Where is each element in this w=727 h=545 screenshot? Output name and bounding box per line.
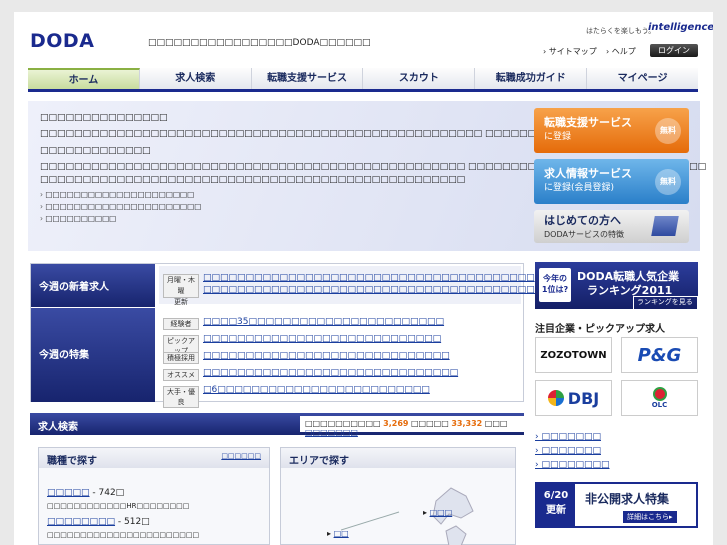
- promo-title: 求人情報サービス: [544, 167, 632, 180]
- page: DODA □□□□□□□□□□□□□□□□□DODA□□□□□□ はたらくを楽し…: [14, 12, 713, 545]
- ranking-button[interactable]: ランキングを見る▸: [633, 296, 698, 316]
- area-tohoku-label: □□: [333, 529, 349, 538]
- login-button[interactable]: ログイン: [650, 44, 698, 57]
- secret-title: 非公開求人特集: [585, 492, 670, 506]
- ranking-badge-line: 1位は?: [541, 285, 569, 294]
- doda-logo[interactable]: DODA: [30, 30, 94, 52]
- career-support-register-button[interactable]: 転職支援サービス に登録 無料: [534, 108, 689, 153]
- secret-detail-button[interactable]: 詳細はこちら▸: [623, 511, 677, 523]
- job-item-count: - 512□: [115, 517, 150, 527]
- global-nav: ホーム 求人検索 転職支援サービス スカウト 転職成功ガイド マイページ: [28, 68, 698, 92]
- search-by-job-title: 職種で探す: [47, 456, 97, 467]
- promo-title: はじめての方へ: [544, 214, 621, 227]
- job-item-desc: □□□□□□□□□□□□HR□□□□□□□□: [47, 502, 190, 510]
- new-jobs-label: 今週の新着求人: [31, 264, 155, 307]
- intelligence-logo[interactable]: intelligence: [648, 22, 713, 33]
- hero-bullet[interactable]: □□□□□□□□□□□□□□□□□□□□□: [40, 190, 194, 199]
- book-icon: [651, 216, 679, 236]
- count-number: 33,332: [451, 419, 483, 428]
- feature-link[interactable]: □□□□□□□□□□□□□□□□□□□□□□□□□□□□□: [203, 351, 450, 361]
- features-label: 今週の特集: [31, 308, 155, 402]
- nav-success-guide[interactable]: 転職成功ガイド: [475, 68, 588, 89]
- zozotown-logo[interactable]: ZOZOTOWN: [535, 337, 612, 373]
- feature-link[interactable]: □□□□□□□□□□□□□□□□□□□□□□□□□□□□: [203, 334, 441, 344]
- secret-date-line: 6/20: [543, 490, 569, 501]
- update-tag-line: 更新: [174, 298, 188, 306]
- intelligence-tagline: はたらくを楽しもう。: [586, 27, 656, 35]
- feature-link[interactable]: □□□□35□□□□□□□□□□□□□□□□□□□□□□□: [203, 317, 444, 327]
- sitemap-link[interactable]: › サイトマップ: [543, 46, 597, 57]
- search-by-job-link[interactable]: □□□□□□: [221, 452, 261, 460]
- olc-text: OLC: [651, 401, 668, 409]
- search-by-job-head: 職種で探す □□□□□□: [39, 448, 269, 468]
- side-link[interactable]: › □□□□□□□□: [535, 460, 610, 470]
- dbj-logo[interactable]: DBJ: [535, 380, 612, 416]
- job-item: □□□□□□□□ - 512□: [47, 517, 150, 527]
- help-link[interactable]: › ヘルプ: [606, 46, 636, 57]
- count-number: 3,269: [383, 419, 409, 428]
- site-tagline: □□□□□□□□□□□□□□□□□DODA□□□□□□: [148, 38, 371, 48]
- free-badge: 無料: [655, 169, 681, 195]
- feature-link[interactable]: □6□□□□□□□□□□□□□□□□□□□□□□□□□: [203, 385, 430, 395]
- new-job-link[interactable]: □□□□□□□□□□□□□□□□□□□□□□□□□□□□□□□□□□□□□□□□…: [203, 285, 561, 295]
- nav-home[interactable]: ホーム: [28, 68, 140, 89]
- promo-title: 転職支援サービス: [544, 116, 632, 129]
- job-search-title: 求人検索: [38, 422, 78, 433]
- count-text: □□□□□□□□□□: [305, 419, 381, 428]
- area-hokkaido-label: □□□: [429, 508, 453, 517]
- nav-career-support[interactable]: 転職支援サービス: [252, 68, 364, 89]
- job-item-link[interactable]: □□□□□: [47, 488, 90, 498]
- olc-logo[interactable]: OLC: [621, 380, 698, 416]
- job-item-desc: □□□□□□□□□□□□□□□□□□□□□□□: [47, 531, 200, 539]
- feature-tag: 大手・優良: [163, 386, 199, 408]
- ranking-badge-line: 今年の: [543, 274, 567, 283]
- job-item-link[interactable]: □□□□□□□□: [47, 517, 115, 527]
- map-line: [341, 511, 400, 531]
- search-by-area-panel: エリアで探す ▸ □□□ ▸ □□: [280, 447, 516, 545]
- search-by-area-head: エリアで探す: [281, 448, 515, 468]
- secret-date-line: 更新: [546, 505, 566, 516]
- job-info-register-button[interactable]: 求人情報サービス に登録(会員登録) 無料: [534, 159, 689, 204]
- count-text: □□□: [484, 419, 508, 428]
- new-job-link[interactable]: □□□□□□□□□□□□□□□□□□□□□□□□□□□□□□□□□□□□□□□: [203, 273, 535, 283]
- dbj-text: DBJ: [567, 388, 600, 408]
- nav-job-search[interactable]: 求人検索: [140, 68, 252, 89]
- hero-bullet[interactable]: □□□□□□□□□□: [40, 214, 116, 223]
- ranking-badge: 今年の 1位は?: [539, 268, 571, 302]
- pg-logo[interactable]: P&G: [621, 337, 698, 373]
- job-count-box: □□□□□□□□□□ 3,269 □□□□□ 33,332 □□□ □□□□□□…: [300, 416, 532, 437]
- first-time-button[interactable]: はじめての方へ DODAサービスの特徴: [534, 210, 689, 243]
- hero-text-3: □□□□□□□□□□□□□: [40, 146, 151, 156]
- side-link[interactable]: › □□□□□□□: [535, 446, 601, 456]
- free-badge: 無料: [655, 118, 681, 144]
- dbj-mark-icon: [547, 390, 564, 406]
- area-hokkaido[interactable]: ▸ □□□: [423, 508, 452, 517]
- pickup-title: 注目企業・ピックアップ求人: [535, 324, 665, 335]
- nav-scout[interactable]: スカウト: [363, 68, 476, 89]
- count-text: □□□□□: [411, 419, 449, 428]
- secret-jobs-banner[interactable]: 6/20 更新 非公開求人特集 詳細はこちら▸: [535, 482, 698, 528]
- secret-date: 6/20 更新: [537, 484, 575, 526]
- count-link[interactable]: □□□□□□□: [305, 428, 358, 437]
- hero-bullet[interactable]: □□□□□□□□□□□□□□□□□□□□□□: [40, 202, 201, 211]
- hero-text-5: □□□□□□□□□□□□□□□□□□□□□□□□□□□□□□□□□□□□□□□□…: [40, 175, 466, 185]
- hero-text-1: □□□□□□□□□□□□□□□: [40, 113, 168, 123]
- job-item-count: - 742□: [89, 488, 125, 498]
- olc-mark-icon: [652, 387, 667, 401]
- weekly-box: 今週の新着求人 今週の特集 月曜・木曜 更新 □□□□□□□□□□□□□□□□□…: [30, 263, 561, 408]
- side-link[interactable]: › □□□□□□□: [535, 432, 601, 442]
- update-tag-line: 月曜・木曜: [167, 276, 195, 295]
- feature-tag: オススメ: [163, 369, 199, 381]
- ranking-banner[interactable]: 今年の 1位は? DODA転職人気企業 ランキング2011 ランキングを見る▸: [535, 262, 698, 316]
- job-item: □□□□□ - 742□: [47, 488, 124, 498]
- job-search-bar: 求人検索 □□□□□□□□□□ 3,269 □□□□□ 33,332 □□□ □…: [30, 413, 532, 437]
- hero-text-2: □□□□□□□□□□□□□□□□□□□□□□□□□□□□□□□□□□□□□□□□…: [40, 129, 545, 139]
- area-tohoku[interactable]: ▸ □□: [327, 529, 349, 538]
- update-tag: 月曜・木曜 更新: [163, 274, 199, 306]
- feature-tag: 経験者: [163, 318, 199, 330]
- nav-mypage[interactable]: マイページ: [587, 68, 698, 89]
- feature-tag: 積極採用: [163, 352, 199, 364]
- feature-link[interactable]: □□□□□□□□□□□□□□□□□□□□□□□□□□□□□□: [203, 368, 458, 378]
- search-by-job-panel: 職種で探す □□□□□□ □□□□□ - 742□ □□□□□□□□□□□□HR…: [38, 447, 270, 545]
